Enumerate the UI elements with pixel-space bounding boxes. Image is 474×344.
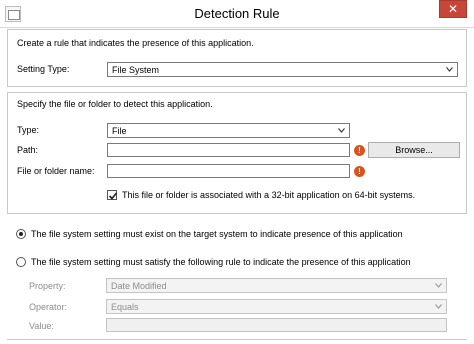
close-button[interactable]: ✕ [439, 0, 467, 18]
value-input[interactable] [106, 318, 447, 332]
setting-type-value: File System [112, 65, 160, 75]
error-icon: ! [354, 166, 365, 177]
browse-button[interactable]: Browse... [368, 142, 460, 158]
path-label: Path: [17, 145, 39, 155]
path-input[interactable] [107, 143, 350, 157]
chevron-down-icon [435, 304, 442, 309]
file-name-label: File or folder name: [17, 166, 95, 176]
32bit-checkbox-label: This file or folder is associated with a… [122, 190, 416, 200]
operator-value: Equals [111, 302, 139, 312]
error-icon: ! [354, 145, 365, 156]
file-detection-group: Specify the file or folder to detect thi… [7, 92, 467, 214]
type-dropdown[interactable]: File [107, 123, 350, 138]
window-title: Detection Rule [194, 6, 280, 21]
value-label: Value: [29, 321, 54, 331]
intro-text: Create a rule that indicates the presenc… [17, 38, 254, 48]
setting-type-label: Setting Type: [17, 64, 70, 74]
title-bar: Detection Rule ✕ [0, 0, 474, 28]
checkmark-icon [108, 192, 118, 200]
detect-intro-text: Specify the file or folder to detect thi… [17, 99, 213, 109]
setting-type-group: Create a rule that indicates the presenc… [7, 29, 467, 87]
chevron-down-icon [338, 128, 345, 133]
radio-must-satisfy-label: The file system setting must satisfy the… [31, 257, 411, 267]
rule-group: The file system setting must exist on th… [7, 220, 467, 340]
file-name-input[interactable] [107, 164, 350, 178]
radio-must-satisfy[interactable] [16, 257, 26, 267]
operator-label: Operator: [29, 302, 68, 312]
chevron-down-icon [446, 67, 453, 72]
type-value: File [112, 126, 127, 136]
radio-must-exist-label: The file system setting must exist on th… [31, 229, 403, 239]
type-label: Type: [17, 125, 40, 135]
chevron-down-icon [435, 283, 442, 288]
property-label: Property: [29, 281, 66, 291]
property-value: Date Modified [111, 281, 167, 291]
property-dropdown[interactable]: Date Modified [106, 278, 447, 293]
32bit-checkbox[interactable] [107, 190, 118, 200]
operator-dropdown[interactable]: Equals [106, 299, 447, 314]
setting-type-dropdown[interactable]: File System [107, 62, 458, 77]
radio-selected-dot [19, 232, 23, 236]
radio-must-exist[interactable] [16, 229, 26, 239]
